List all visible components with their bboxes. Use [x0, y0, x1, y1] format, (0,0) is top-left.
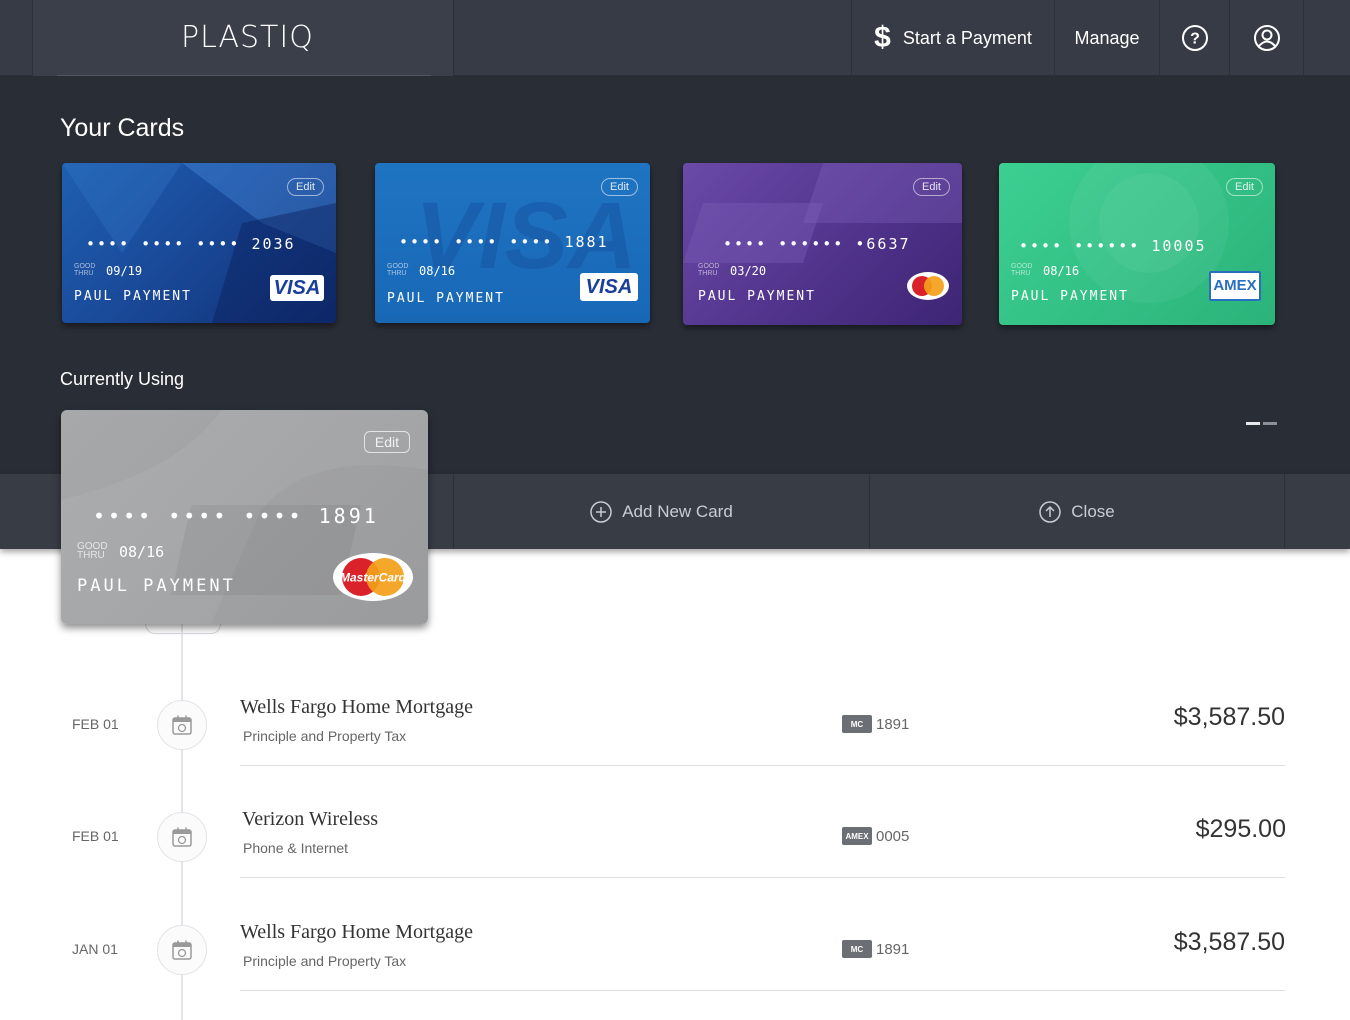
card-last4: 0005: [876, 827, 910, 845]
carousel-indicator-2[interactable]: [1263, 422, 1277, 425]
payment-date: FEB 01: [72, 828, 119, 844]
payment-card: MC 1891: [842, 715, 909, 733]
calendar-icon: [157, 812, 207, 862]
card-expiry: 08/16: [1043, 264, 1080, 278]
plastiq-logo[interactable]: PLASTIQ: [181, 20, 314, 55]
row-divider: [240, 765, 1285, 766]
payment-description: Principle and Property Tax: [243, 953, 407, 969]
card-holder: PAUL PAYMENT: [1011, 289, 1129, 304]
card-number: •••• •••• •••• 1881: [399, 233, 609, 251]
payment-amount: $295.00: [1195, 815, 1286, 843]
close-button[interactable]: Close: [869, 474, 1285, 549]
payee-name: Verizon Wireless: [242, 808, 379, 830]
user-icon: [1253, 25, 1280, 51]
card-expiry: 08/16: [419, 264, 456, 278]
amex-icon: AMEX: [842, 827, 872, 845]
good-thru-label: GOOD THRU: [77, 541, 108, 561]
good-thru-label: GOOD THRU: [387, 263, 409, 277]
start-payment-label: Start a Payment: [902, 27, 1032, 48]
card-last4: 1891: [876, 715, 910, 733]
edit-card-button[interactable]: Edit: [1226, 178, 1263, 196]
card-number: •••• •••• •••• 2036: [86, 235, 296, 253]
start-payment-button[interactable]: $ Start a Payment: [851, 0, 1054, 76]
mastercard-logo: [907, 272, 949, 300]
row-divider: [240, 877, 1285, 878]
payment-card: MC 1891: [842, 940, 909, 958]
card-holder: PAUL PAYMENT: [387, 291, 505, 306]
saved-card-mastercard-6637[interactable]: Edit •••• •••••• •6637 GOOD THRU 03/20 P…: [683, 163, 962, 325]
saved-card-amex-10005[interactable]: Edit •••• •••••• 10005 GOOD THRU 08/16 P…: [999, 163, 1275, 325]
payment-amount: $3,587.50: [1173, 928, 1285, 956]
card-number: •••• •••••• •6637: [723, 235, 911, 253]
mastercard-logo: MasterCard: [333, 553, 413, 601]
svg-text:MasterCard: MasterCard: [340, 571, 407, 585]
dollar-icon: $: [874, 21, 891, 54]
payment-row[interactable]: FEB 01 Wells Fargo Home Mortgage Princip…: [0, 685, 1350, 775]
logo-cell[interactable]: PLASTIQ: [32, 0, 454, 76]
card-holder: PAUL PAYMENT: [74, 289, 192, 304]
edit-card-button[interactable]: Edit: [287, 178, 324, 196]
saved-card-visa-1881[interactable]: VISA Edit •••• •••• •••• 1881 GOOD THRU …: [375, 163, 650, 323]
card-number: •••• •••••• 10005: [1019, 237, 1207, 255]
good-thru-label: GOOD THRU: [1011, 263, 1033, 277]
edit-current-card-button[interactable]: Edit: [363, 431, 410, 453]
payment-description: Principle and Property Tax: [243, 728, 407, 744]
manage-button[interactable]: Manage: [1054, 0, 1159, 76]
plus-circle-icon: [590, 500, 612, 523]
account-button[interactable]: [1229, 0, 1304, 76]
payment-date: JAN 01: [72, 941, 118, 957]
add-new-card-label: Add New Card: [622, 501, 733, 521]
payment-date: FEB 01: [72, 716, 119, 732]
saved-card-visa-2036[interactable]: Edit •••• •••• •••• 2036 GOOD THRU 09/19…: [62, 163, 336, 323]
card-expiry: 08/16: [119, 543, 165, 561]
payment-description: Phone & Internet: [243, 840, 349, 856]
mastercard-icon: MC: [842, 715, 872, 733]
card-holder: PAUL PAYMENT: [698, 289, 816, 304]
card-last4: 1891: [876, 940, 910, 958]
payee-name: Wells Fargo Home Mortgage: [240, 921, 473, 943]
arrow-up-circle-icon: [1039, 500, 1062, 523]
close-label: Close: [1071, 501, 1115, 521]
card-expiry: 09/19: [106, 264, 143, 278]
edit-card-button[interactable]: Edit: [913, 178, 950, 196]
top-nav: PLASTIQ $ Start a Payment Manage ?: [0, 0, 1350, 76]
svg-text:?: ?: [1190, 31, 1200, 48]
card-expiry: 03/20: [730, 264, 767, 278]
edit-card-button[interactable]: Edit: [601, 178, 638, 196]
payment-row[interactable]: JAN 01 Wells Fargo Home Mortgage Princip…: [0, 910, 1350, 1000]
mastercard-icon: MC: [842, 940, 872, 958]
card-holder: PAUL PAYMENT: [77, 576, 236, 596]
visa-logo: VISA: [270, 275, 324, 301]
add-new-card-button[interactable]: Add New Card: [453, 474, 869, 549]
manage-label: Manage: [1074, 27, 1140, 48]
current-card-mastercard-1891[interactable]: Edit •••• •••• •••• 1891 GOOD THRU 08/16…: [61, 410, 428, 624]
calendar-icon: [157, 925, 207, 975]
row-divider: [240, 990, 1285, 991]
amex-logo: AMEX: [1209, 271, 1261, 301]
good-thru-label: GOOD THRU: [74, 263, 96, 277]
your-cards-title: Your Cards: [60, 114, 185, 142]
payment-row[interactable]: FEB 01 Verizon Wireless Phone & Internet…: [0, 797, 1350, 887]
good-thru-label: GOOD THRU: [698, 263, 720, 277]
card-number: •••• •••• •••• 1891: [93, 504, 379, 528]
currently-using-title: Currently Using: [60, 369, 185, 389]
visa-logo: VISA: [580, 273, 638, 301]
calendar-icon: [157, 700, 207, 750]
payment-amount: $3,587.50: [1173, 703, 1285, 731]
payment-card: AMEX 0005: [842, 827, 909, 845]
carousel-indicator-1[interactable]: [1246, 422, 1260, 425]
help-icon: ?: [1181, 25, 1208, 51]
help-button[interactable]: ?: [1159, 0, 1229, 76]
payee-name: Wells Fargo Home Mortgage: [240, 696, 473, 718]
